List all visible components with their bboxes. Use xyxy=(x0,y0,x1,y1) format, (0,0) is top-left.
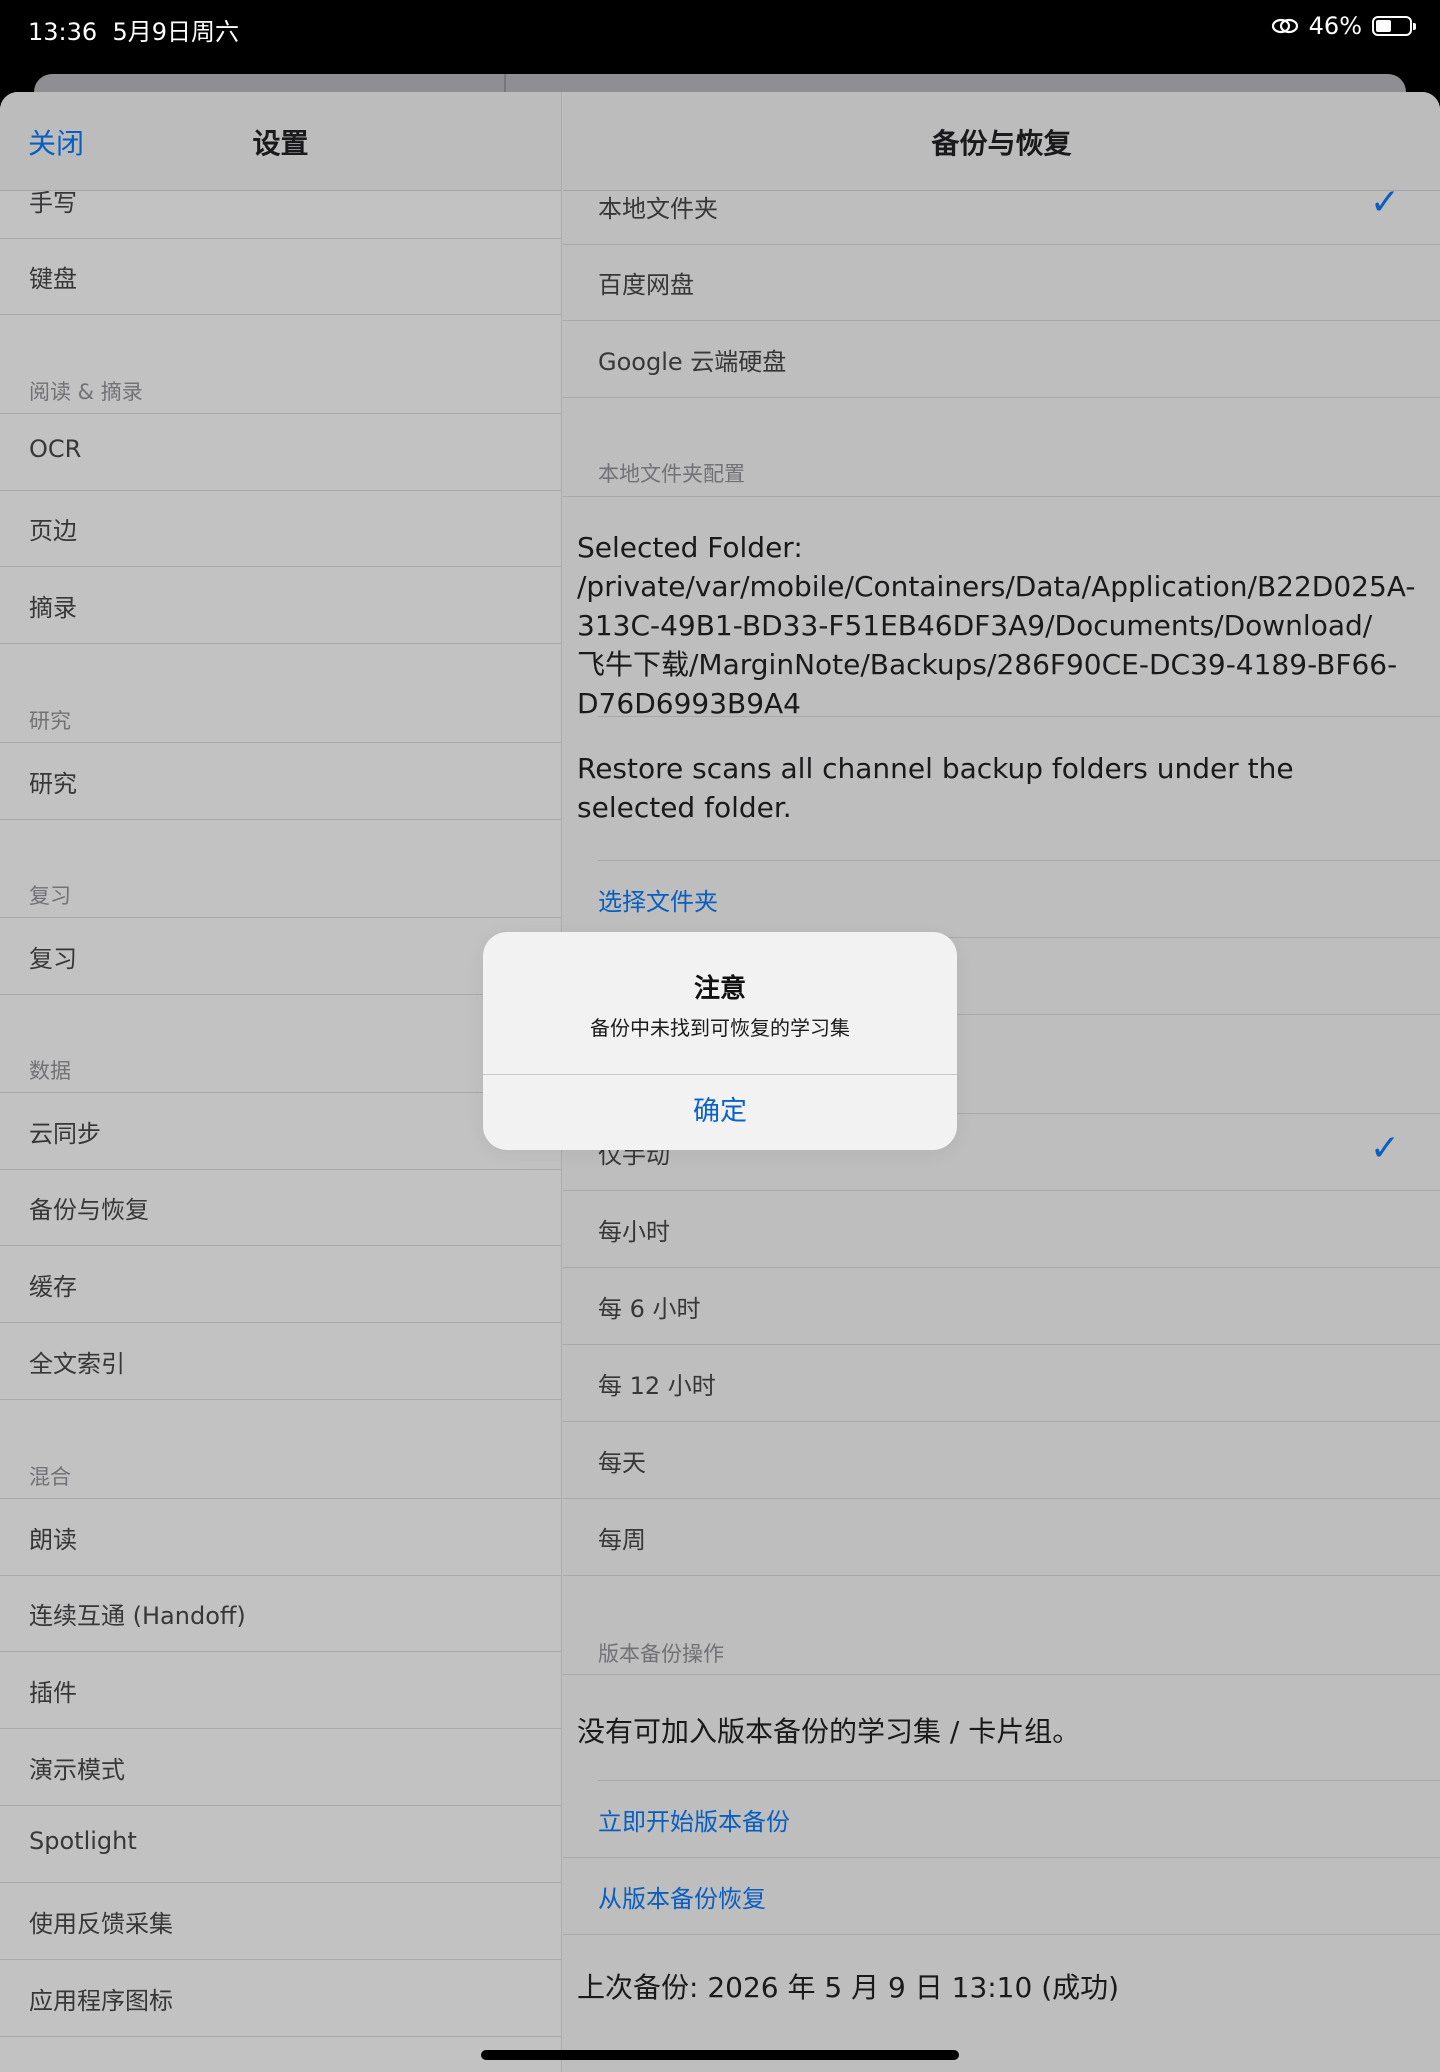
battery-fill xyxy=(1376,20,1391,32)
battery-percent: 46% xyxy=(1308,12,1362,40)
background-sheet-divider xyxy=(504,74,506,94)
alert-title: 注意 xyxy=(693,974,746,1004)
alert-ok-button[interactable]: 确定 xyxy=(483,1074,957,1150)
alert-dialog: 注意 备份中未找到可恢复的学习集 确定 xyxy=(483,932,957,1150)
battery-icon xyxy=(1372,16,1416,36)
status-time-date: 13:36 5月9日周六 xyxy=(28,12,239,47)
status-date: 5月9日周六 xyxy=(112,18,239,46)
status-indicators: 46% xyxy=(1271,12,1416,40)
home-indicator[interactable] xyxy=(481,2050,959,2060)
link-icon xyxy=(1271,18,1298,34)
status-time: 13:36 xyxy=(28,18,98,46)
status-bar: 13:36 5月9日周六 46% xyxy=(0,0,1440,56)
alert-message: 备份中未找到可恢复的学习集 xyxy=(590,1016,850,1040)
